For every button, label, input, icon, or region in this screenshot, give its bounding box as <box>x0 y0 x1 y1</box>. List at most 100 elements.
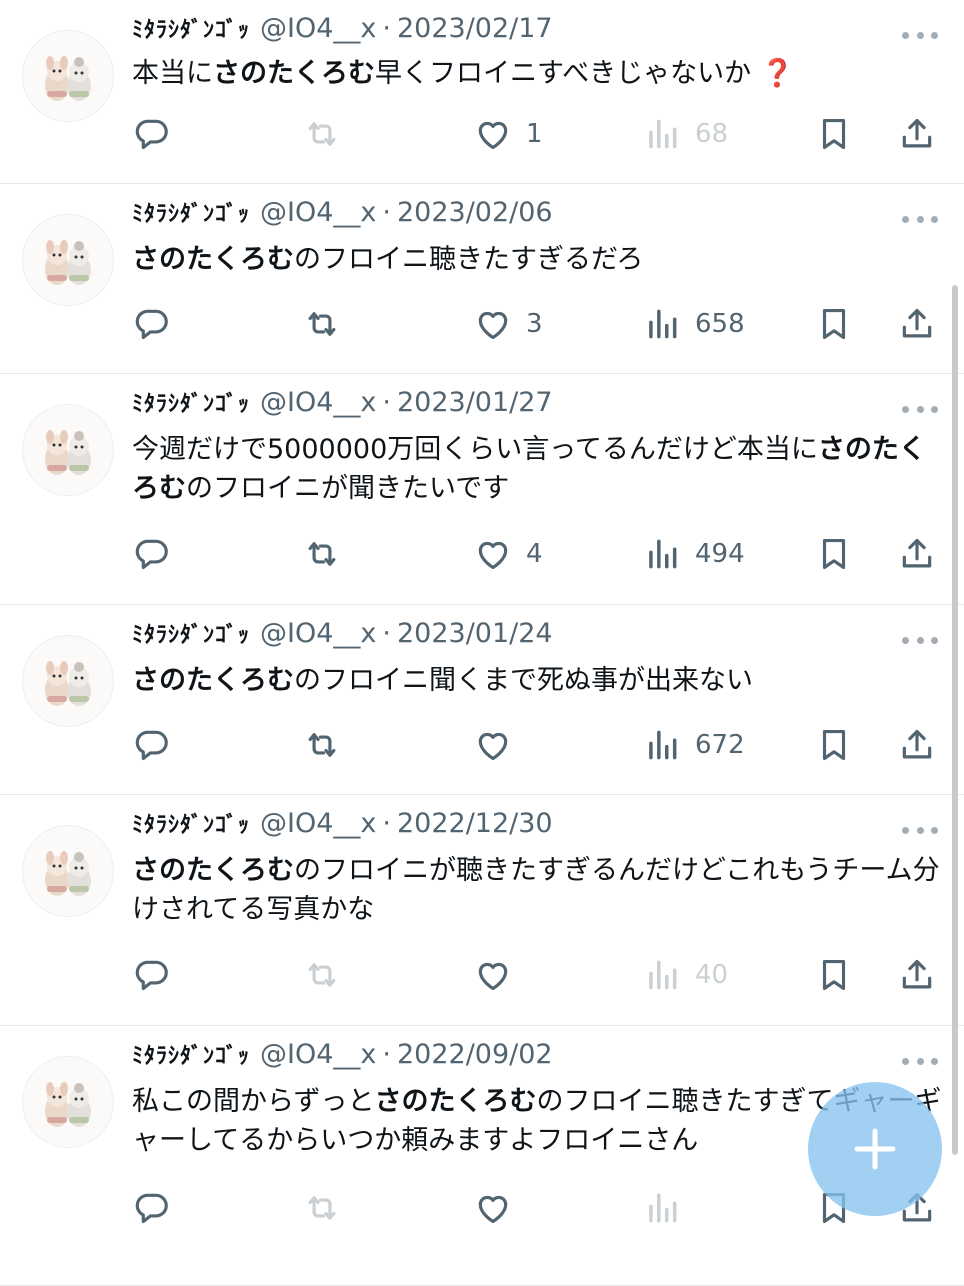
reply-button[interactable] <box>133 1186 171 1230</box>
like-button[interactable] <box>474 953 512 997</box>
bookmark-button[interactable] <box>815 723 853 767</box>
more-options-icon[interactable] <box>902 214 938 224</box>
text-segment: 本当に <box>132 58 213 89</box>
user-handle[interactable]: @IO4__x <box>260 197 376 228</box>
text-segment: 今週だけで5000000万回くらい言ってるんだけど本当に <box>132 434 818 465</box>
views-icon <box>643 956 681 994</box>
views-button[interactable] <box>643 1186 681 1230</box>
bookmark-button[interactable] <box>815 302 853 346</box>
compose-button[interactable] <box>808 1082 942 1216</box>
tweet-card[interactable]: ﾐﾀﾗｼﾀﾞﾝｺﾞｯ @IO4__x · 2023/01/24 さのたくろむのフロイニ聞… <box>0 605 964 795</box>
avatar[interactable] <box>22 404 114 496</box>
tweet-actions: 672 <box>0 723 964 767</box>
like-button[interactable]: 4 <box>474 532 543 576</box>
bookmark-icon <box>815 535 853 573</box>
like-button[interactable] <box>474 1186 512 1230</box>
tweet-actions: 4 494 <box>0 532 964 576</box>
retweet-button[interactable] <box>303 532 341 576</box>
user-handle[interactable]: @IO4__x <box>260 13 376 44</box>
retweet-icon <box>303 956 341 994</box>
share-button[interactable] <box>898 112 936 156</box>
bookmark-button[interactable] <box>815 112 853 156</box>
share-button[interactable] <box>898 723 936 767</box>
retweet-icon <box>303 305 341 343</box>
more-options-icon[interactable] <box>902 1056 938 1066</box>
user-handle[interactable]: @IO4__x <box>260 808 376 839</box>
more-options-icon[interactable] <box>902 404 938 414</box>
avatar[interactable] <box>22 214 114 306</box>
views-button[interactable]: 672 <box>643 723 745 767</box>
views-button[interactable]: 40 <box>643 953 728 997</box>
retweet-button[interactable] <box>303 302 341 346</box>
share-icon <box>898 305 936 343</box>
avatar-image <box>45 56 91 101</box>
reply-button[interactable] <box>133 532 171 576</box>
separator-dot: · <box>382 197 391 228</box>
reply-button[interactable] <box>133 112 171 156</box>
share-button[interactable] <box>898 532 936 576</box>
tweet-card[interactable]: ﾐﾀﾗｼﾀﾞﾝｺﾞｯ @IO4__x · 2023/01/27 今週だけで5000000… <box>0 374 964 605</box>
separator-dot: · <box>382 1039 391 1070</box>
separator-dot: · <box>382 808 391 839</box>
text-segment: のフロイニが聞きたいです <box>186 473 510 504</box>
retweet-button[interactable] <box>303 112 341 156</box>
user-handle[interactable]: @IO4__x <box>260 618 376 649</box>
retweet-button[interactable] <box>303 953 341 997</box>
separator-dot: · <box>382 618 391 649</box>
reply-button[interactable] <box>133 953 171 997</box>
tweet-header: ﾐﾀﾗｼﾀﾞﾝｺﾞｯ @IO4__x · 2023/02/17 <box>132 12 553 44</box>
reply-button[interactable] <box>133 723 171 767</box>
share-button[interactable] <box>898 953 936 997</box>
user-handle[interactable]: @IO4__x <box>260 387 376 418</box>
display-name[interactable]: ﾐﾀﾗｼﾀﾞﾝｺﾞｯ <box>132 617 250 649</box>
highlighted-keyword: さのたくろむ <box>374 1086 537 1117</box>
bookmark-button[interactable] <box>815 532 853 576</box>
avatar[interactable] <box>22 1056 114 1148</box>
heart-icon <box>474 726 512 764</box>
tweet-date[interactable]: 2023/01/27 <box>397 387 553 418</box>
views-button[interactable]: 68 <box>643 112 728 156</box>
like-button[interactable] <box>474 723 512 767</box>
views-button[interactable]: 658 <box>643 302 745 346</box>
avatar[interactable] <box>22 635 114 727</box>
more-options-icon[interactable] <box>902 30 938 40</box>
display-name[interactable]: ﾐﾀﾗｼﾀﾞﾝｺﾞｯ <box>132 1038 250 1070</box>
views-count: 494 <box>695 539 745 569</box>
tweet-card[interactable]: ﾐﾀﾗｼﾀﾞﾝｺﾞｯ @IO4__x · 2023/02/17 本当にさのたくろむ早くフ… <box>0 0 964 184</box>
like-button[interactable]: 3 <box>474 302 543 346</box>
tweet-card[interactable]: ﾐﾀﾗｼﾀﾞﾝｺﾞｯ @IO4__x · 2023/02/06 さのたくろむのフロイニ聴… <box>0 184 964 374</box>
views-count: 672 <box>695 730 745 760</box>
avatar[interactable] <box>22 825 114 917</box>
views-count: 658 <box>695 309 745 339</box>
user-handle[interactable]: @IO4__x <box>260 1039 376 1070</box>
views-button[interactable]: 494 <box>643 532 745 576</box>
more-options-icon[interactable] <box>902 635 938 645</box>
bookmark-button[interactable] <box>815 953 853 997</box>
share-button[interactable] <box>898 302 936 346</box>
tweet-date[interactable]: 2022/12/30 <box>397 808 553 839</box>
display-name[interactable]: ﾐﾀﾗｼﾀﾞﾝｺﾞｯ <box>132 807 250 839</box>
like-button[interactable]: 1 <box>474 112 543 156</box>
retweet-button[interactable] <box>303 723 341 767</box>
display-name[interactable]: ﾐﾀﾗｼﾀﾞﾝｺﾞｯ <box>132 386 250 418</box>
scrollbar[interactable] <box>952 285 958 1155</box>
retweet-button[interactable] <box>303 1186 341 1230</box>
more-options-icon[interactable] <box>902 825 938 835</box>
reply-button[interactable] <box>133 302 171 346</box>
tweet-date[interactable]: 2023/02/17 <box>397 13 553 44</box>
tweet-card[interactable]: ﾐﾀﾗｼﾀﾞﾝｺﾞｯ @IO4__x · 2022/12/30 さのたくろむのフロイニが… <box>0 795 964 1026</box>
like-count: 4 <box>526 539 543 569</box>
tweet-actions: 3 658 <box>0 302 964 346</box>
share-icon <box>898 726 936 764</box>
tweet-date[interactable]: 2023/02/06 <box>397 197 553 228</box>
display-name[interactable]: ﾐﾀﾗｼﾀﾞﾝｺﾞｯ <box>132 196 250 228</box>
tweet-date[interactable]: 2023/01/24 <box>397 618 553 649</box>
display-name[interactable]: ﾐﾀﾗｼﾀﾞﾝｺﾞｯ <box>132 12 250 44</box>
avatar[interactable] <box>22 30 114 122</box>
views-icon <box>643 115 681 153</box>
views-icon <box>643 535 681 573</box>
highlighted-keyword: さのたくろむ <box>213 58 375 89</box>
like-count: 3 <box>526 309 543 339</box>
tweet-text: さのたくろむのフロイニ聴きたすぎるだろ <box>132 240 942 279</box>
tweet-date[interactable]: 2022/09/02 <box>397 1039 553 1070</box>
